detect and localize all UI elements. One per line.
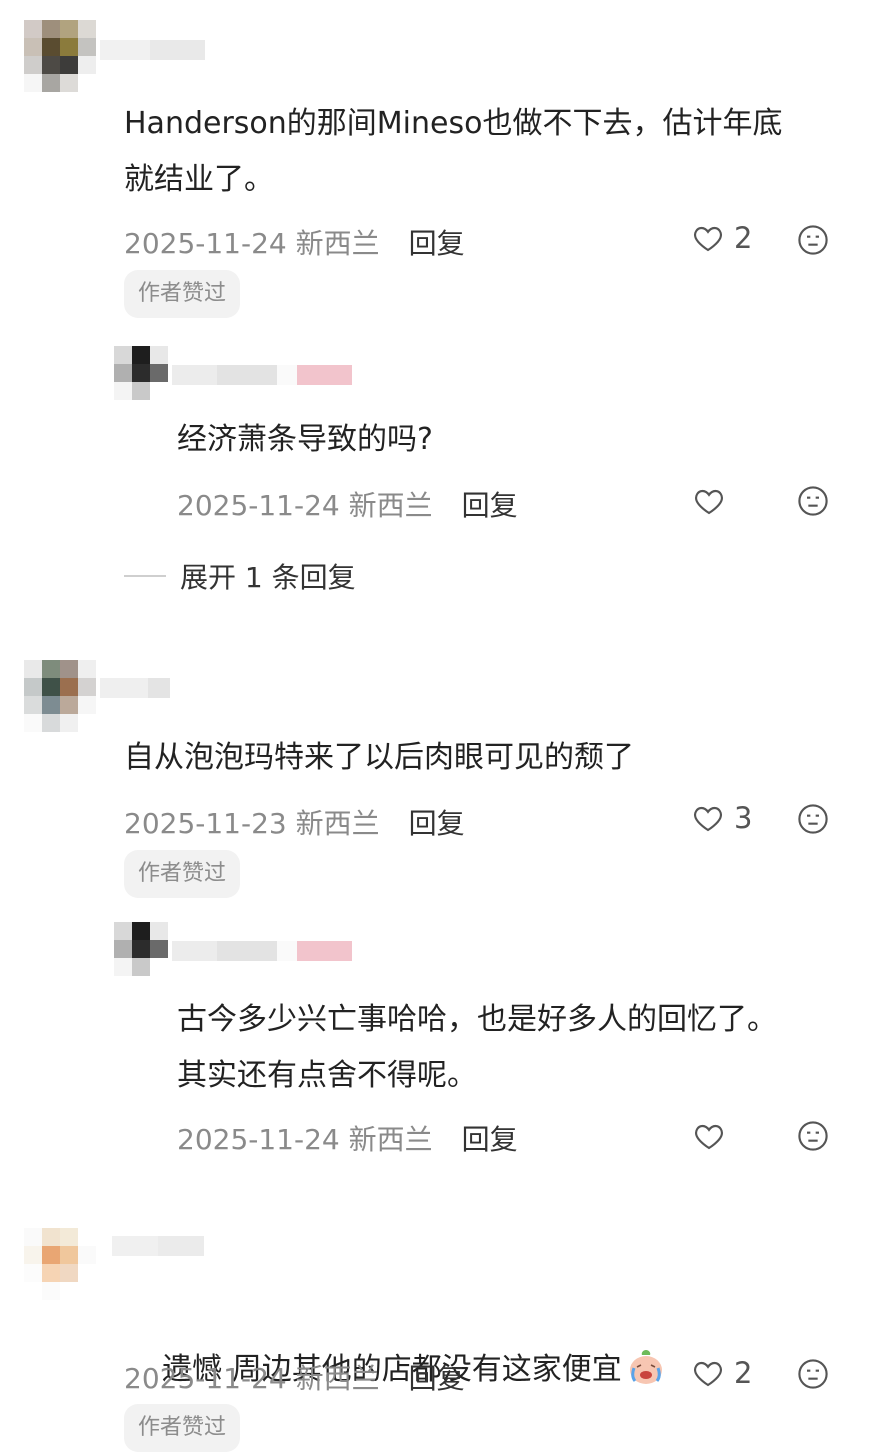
avatar[interactable] bbox=[24, 1228, 96, 1300]
comment-meta: 2025-11-24 新西兰 回复 bbox=[124, 1357, 465, 1397]
heart-outline-icon bbox=[694, 1361, 722, 1387]
comment-3: 遗憾 周边其他的店都没有这家便宜 2025-11-24 新西兰 回复 2 作者赞… bbox=[0, 0, 870, 1452]
username-blurred[interactable] bbox=[112, 1236, 204, 1256]
reply-button[interactable]: 回复 bbox=[409, 1362, 465, 1395]
like-button[interactable]: 2 bbox=[692, 1356, 752, 1390]
comment-date: 2025-11-24 bbox=[124, 1362, 287, 1395]
unhappy-face-icon[interactable] bbox=[797, 1358, 829, 1390]
crying-face-emoji bbox=[629, 1350, 662, 1384]
like-count: 2 bbox=[734, 1356, 753, 1390]
comment-location: 新西兰 bbox=[295, 1362, 380, 1395]
author-liked-badge: 作者赞过 bbox=[124, 1404, 241, 1452]
